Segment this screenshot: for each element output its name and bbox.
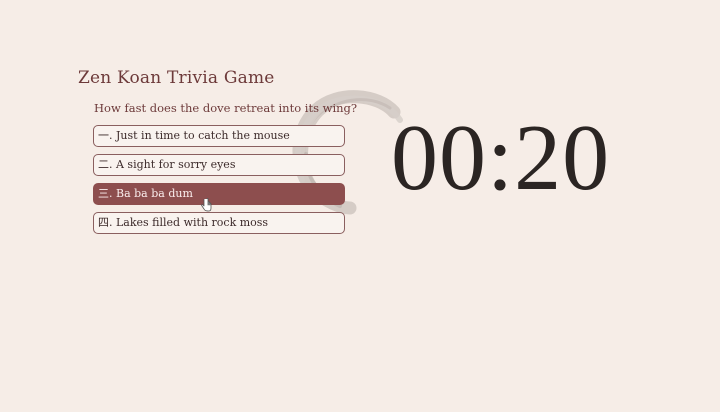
answer-option-4[interactable]: 四. Lakes filled with rock moss: [93, 212, 345, 234]
answer-option-2[interactable]: 二. A sight for sorry eyes: [93, 154, 345, 176]
answer-numeral: 二: [98, 158, 109, 171]
answer-label: . Just in time to catch the mouse: [109, 129, 290, 142]
game-panel: Zen Koan Trivia Game How fast does the d…: [0, 0, 720, 412]
answer-list: 一. Just in time to catch the mouse 二. A …: [93, 125, 345, 241]
answer-numeral: 三: [98, 187, 109, 200]
answer-label: . Lakes filled with rock moss: [109, 216, 269, 229]
answer-label: . A sight for sorry eyes: [109, 158, 236, 171]
answer-option-1[interactable]: 一. Just in time to catch the mouse: [93, 125, 345, 147]
question-text: How fast does the dove retreat into its …: [94, 101, 358, 115]
answer-numeral: 四: [98, 216, 109, 229]
game-title: Zen Koan Trivia Game: [78, 68, 275, 88]
answer-option-3[interactable]: 三. Ba ba ba dum: [93, 183, 345, 205]
countdown-timer: 00:20: [391, 106, 611, 210]
hand-cursor-icon: [201, 198, 212, 212]
answer-label: . Ba ba ba dum: [109, 187, 193, 200]
answer-numeral: 一: [98, 129, 109, 142]
